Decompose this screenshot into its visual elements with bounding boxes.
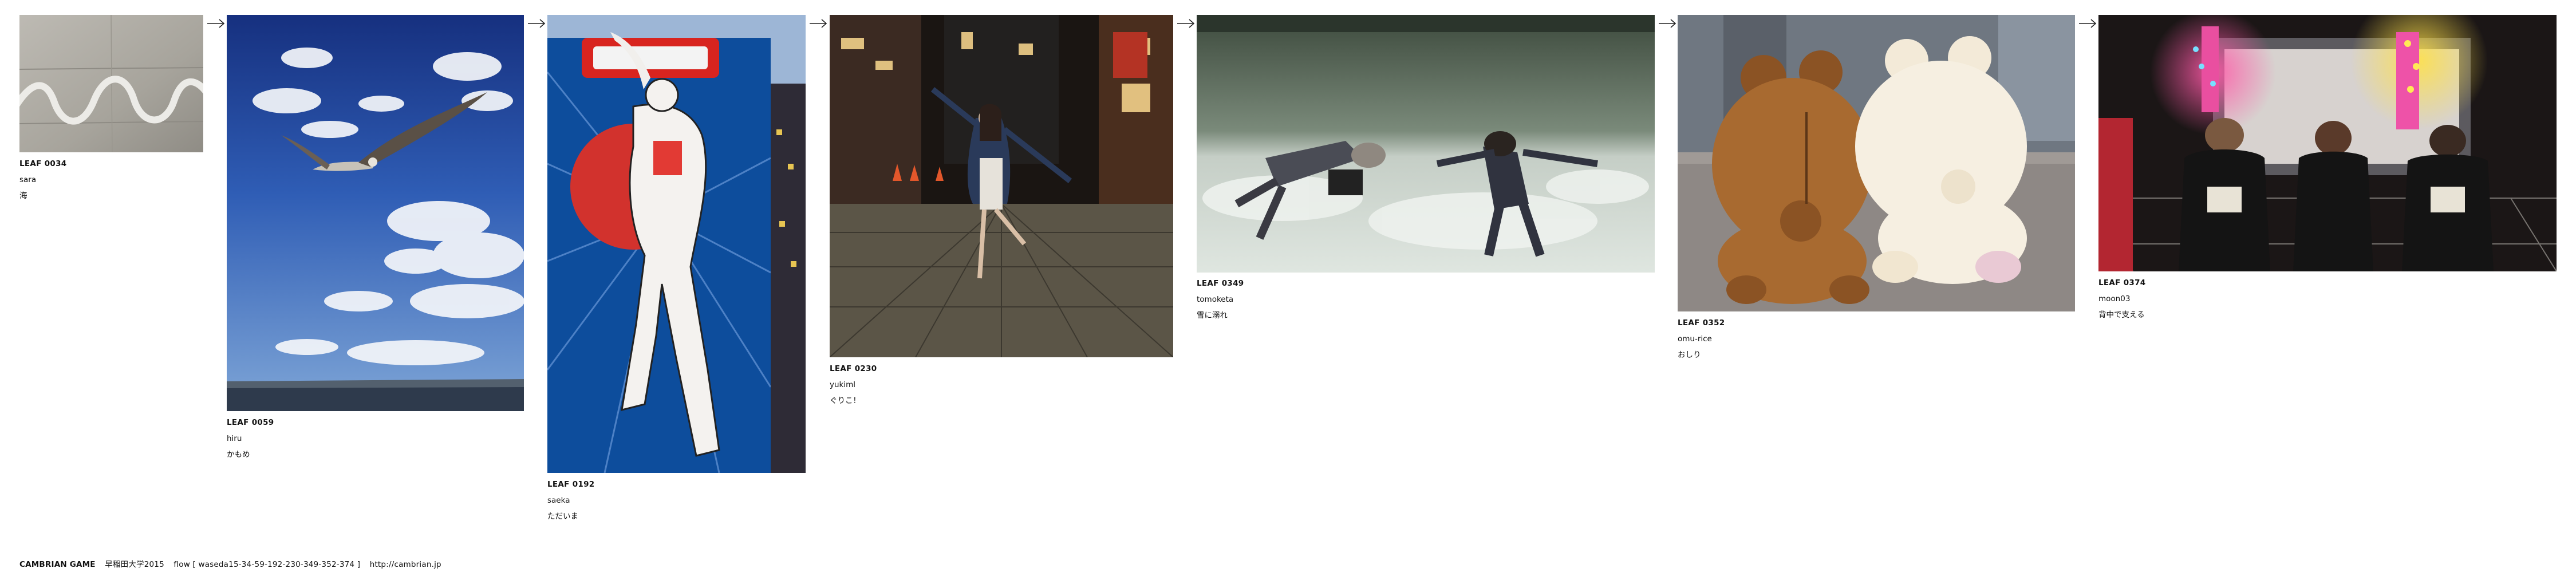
leaf-photo-0374[interactable]: [2098, 15, 2557, 271]
leaf-photo-0059[interactable]: [227, 15, 524, 411]
leaf-caption-0349: LEAF 0349 tomoketa 雪に溺れ: [1197, 275, 1244, 323]
leaf-caption: かもめ: [227, 450, 250, 459]
leaf-caption-0034: LEAF 0034 sara 海: [19, 156, 66, 204]
leaf-user[interactable]: saeka: [547, 492, 594, 508]
footer-flow: flow [ waseda15-34-59-192-230-349-352-37…: [173, 560, 361, 569]
photo-glico-sign: [547, 15, 806, 473]
photo-snow-angels: [1197, 15, 1655, 273]
leaf-caption: ぐりこ！: [830, 396, 861, 405]
flow-stage: LEAF 0034 sara 海 LEAF 0059 hiru かもめ LEAF…: [0, 0, 2576, 576]
footer-url-link[interactable]: http://cambrian.jp: [370, 560, 441, 569]
photo-night-street: [830, 15, 1173, 357]
photo-bear-plush: [1678, 15, 2075, 311]
footer-event: 早稲田大学2015: [105, 560, 164, 569]
leaf-id[interactable]: LEAF 0349: [1197, 275, 1244, 291]
leaf-photo-0352[interactable]: [1678, 15, 2075, 311]
leaf-user[interactable]: hiru: [227, 431, 274, 447]
leaf-caption-0059: LEAF 0059 hiru かもめ: [227, 415, 274, 463]
leaf-caption: 海: [19, 191, 27, 200]
leaf-user[interactable]: moon03: [2098, 291, 2145, 307]
flow-arrow-icon: [2079, 19, 2097, 28]
leaf-caption: おしり: [1678, 350, 1701, 360]
leaf-photo-0349[interactable]: [1197, 15, 1655, 273]
leaf-photo-0034[interactable]: [19, 15, 203, 152]
page-footer: CAMBRIAN GAME 早稲田大学2015 flow [ waseda15-…: [19, 558, 441, 569]
leaf-caption-0352: LEAF 0352 omu-rice おしり: [1678, 315, 1725, 363]
photo-wall-wave: [19, 15, 203, 152]
leaf-caption: ただいま: [547, 512, 578, 521]
flow-arrow-icon: [207, 19, 225, 28]
photo-seagull-sky: [227, 15, 524, 411]
flow-arrow-icon: [810, 19, 827, 28]
leaf-user[interactable]: tomoketa: [1197, 291, 1244, 307]
leaf-caption-0192: LEAF 0192 saeka ただいま: [547, 476, 594, 524]
leaf-photo-0230[interactable]: [830, 15, 1173, 357]
leaf-caption: 背中で支える: [2098, 310, 2145, 319]
flow-arrow-icon: [1177, 19, 1195, 28]
leaf-caption: 雪に溺れ: [1197, 311, 1228, 320]
leaf-user[interactable]: omu-rice: [1678, 331, 1725, 347]
leaf-id[interactable]: LEAF 0059: [227, 415, 274, 431]
leaf-id[interactable]: LEAF 0352: [1678, 315, 1725, 331]
footer-brand[interactable]: CAMBRIAN GAME: [19, 560, 96, 569]
flow-arrow-icon: [528, 19, 546, 28]
leaf-caption-0230: LEAF 0230 yukiml ぐりこ！: [830, 361, 877, 409]
leaf-id[interactable]: LEAF 0192: [547, 476, 594, 492]
leaf-caption-0374: LEAF 0374 moon03 背中で支える: [2098, 275, 2145, 323]
leaf-id[interactable]: LEAF 0230: [830, 361, 877, 377]
photo-concert-backs: [2098, 15, 2557, 271]
leaf-id[interactable]: LEAF 0034: [19, 156, 66, 172]
leaf-user[interactable]: yukiml: [830, 377, 877, 393]
flow-arrow-icon: [1659, 19, 1676, 28]
leaf-user[interactable]: sara: [19, 172, 66, 188]
leaf-photo-0192[interactable]: [547, 15, 806, 473]
leaf-id[interactable]: LEAF 0374: [2098, 275, 2145, 291]
